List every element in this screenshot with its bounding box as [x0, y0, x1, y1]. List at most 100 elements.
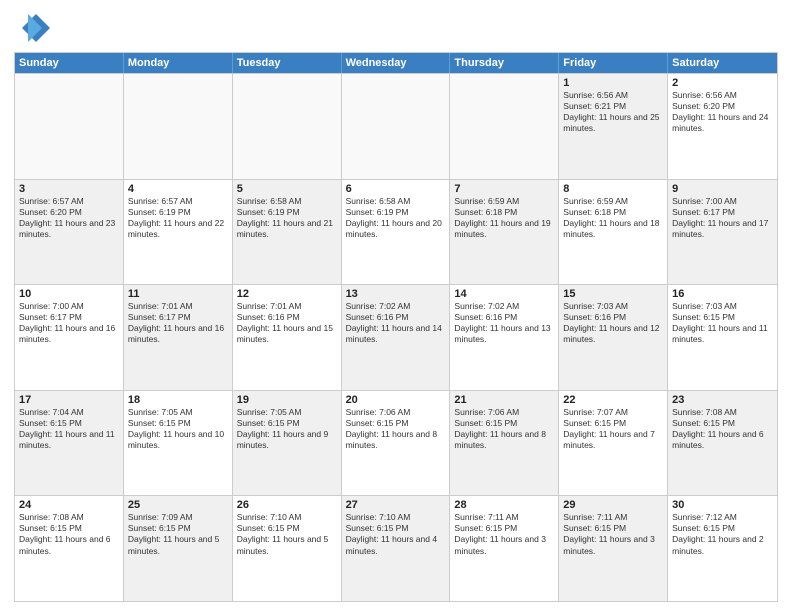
cell-info: Sunrise: 7:02 AM Sunset: 6:16 PM Dayligh…	[454, 301, 554, 345]
cal-cell-1: 1Sunrise: 6:56 AM Sunset: 6:21 PM Daylig…	[559, 74, 668, 179]
cal-cell-11: 11Sunrise: 7:01 AM Sunset: 6:17 PM Dayli…	[124, 285, 233, 390]
calendar-body: 1Sunrise: 6:56 AM Sunset: 6:21 PM Daylig…	[15, 73, 777, 601]
day-number: 9	[672, 183, 773, 195]
cal-cell-22: 22Sunrise: 7:07 AM Sunset: 6:15 PM Dayli…	[559, 391, 668, 496]
cell-info: Sunrise: 6:57 AM Sunset: 6:19 PM Dayligh…	[128, 196, 228, 240]
cell-info: Sunrise: 7:03 AM Sunset: 6:16 PM Dayligh…	[563, 301, 663, 345]
calendar-row-1: 3Sunrise: 6:57 AM Sunset: 6:20 PM Daylig…	[15, 179, 777, 285]
cell-info: Sunrise: 7:00 AM Sunset: 6:17 PM Dayligh…	[19, 301, 119, 345]
cell-info: Sunrise: 6:59 AM Sunset: 6:18 PM Dayligh…	[454, 196, 554, 240]
cal-cell-30: 30Sunrise: 7:12 AM Sunset: 6:15 PM Dayli…	[668, 496, 777, 601]
header-day-thursday: Thursday	[450, 53, 559, 73]
cell-info: Sunrise: 6:59 AM Sunset: 6:18 PM Dayligh…	[563, 196, 663, 240]
cell-info: Sunrise: 7:00 AM Sunset: 6:17 PM Dayligh…	[672, 196, 773, 240]
cal-cell-24: 24Sunrise: 7:08 AM Sunset: 6:15 PM Dayli…	[15, 496, 124, 601]
cal-cell-16: 16Sunrise: 7:03 AM Sunset: 6:15 PM Dayli…	[668, 285, 777, 390]
cal-cell-7: 7Sunrise: 6:59 AM Sunset: 6:18 PM Daylig…	[450, 180, 559, 285]
cell-info: Sunrise: 7:08 AM Sunset: 6:15 PM Dayligh…	[672, 407, 773, 451]
day-number: 17	[19, 394, 119, 406]
cell-info: Sunrise: 7:06 AM Sunset: 6:15 PM Dayligh…	[346, 407, 446, 451]
cal-cell-28: 28Sunrise: 7:11 AM Sunset: 6:15 PM Dayli…	[450, 496, 559, 601]
cal-cell-empty-0-3	[342, 74, 451, 179]
cell-info: Sunrise: 7:06 AM Sunset: 6:15 PM Dayligh…	[454, 407, 554, 451]
header-day-saturday: Saturday	[668, 53, 777, 73]
day-number: 2	[672, 77, 773, 89]
logo-icon	[14, 10, 50, 46]
header	[14, 10, 778, 46]
day-number: 5	[237, 183, 337, 195]
cal-cell-6: 6Sunrise: 6:58 AM Sunset: 6:19 PM Daylig…	[342, 180, 451, 285]
cal-cell-14: 14Sunrise: 7:02 AM Sunset: 6:16 PM Dayli…	[450, 285, 559, 390]
cal-cell-27: 27Sunrise: 7:10 AM Sunset: 6:15 PM Dayli…	[342, 496, 451, 601]
cal-cell-empty-0-1	[124, 74, 233, 179]
day-number: 13	[346, 288, 446, 300]
day-number: 19	[237, 394, 337, 406]
day-number: 23	[672, 394, 773, 406]
cell-info: Sunrise: 7:11 AM Sunset: 6:15 PM Dayligh…	[563, 512, 663, 556]
day-number: 3	[19, 183, 119, 195]
calendar-row-0: 1Sunrise: 6:56 AM Sunset: 6:21 PM Daylig…	[15, 73, 777, 179]
cell-info: Sunrise: 6:56 AM Sunset: 6:21 PM Dayligh…	[563, 90, 663, 134]
day-number: 18	[128, 394, 228, 406]
header-day-sunday: Sunday	[15, 53, 124, 73]
cal-cell-8: 8Sunrise: 6:59 AM Sunset: 6:18 PM Daylig…	[559, 180, 668, 285]
cell-info: Sunrise: 7:11 AM Sunset: 6:15 PM Dayligh…	[454, 512, 554, 556]
day-number: 20	[346, 394, 446, 406]
day-number: 6	[346, 183, 446, 195]
day-number: 10	[19, 288, 119, 300]
cell-info: Sunrise: 6:57 AM Sunset: 6:20 PM Dayligh…	[19, 196, 119, 240]
cal-cell-13: 13Sunrise: 7:02 AM Sunset: 6:16 PM Dayli…	[342, 285, 451, 390]
cal-cell-17: 17Sunrise: 7:04 AM Sunset: 6:15 PM Dayli…	[15, 391, 124, 496]
cell-info: Sunrise: 6:58 AM Sunset: 6:19 PM Dayligh…	[237, 196, 337, 240]
cal-cell-19: 19Sunrise: 7:05 AM Sunset: 6:15 PM Dayli…	[233, 391, 342, 496]
cal-cell-29: 29Sunrise: 7:11 AM Sunset: 6:15 PM Dayli…	[559, 496, 668, 601]
day-number: 30	[672, 499, 773, 511]
cell-info: Sunrise: 7:10 AM Sunset: 6:15 PM Dayligh…	[346, 512, 446, 556]
day-number: 8	[563, 183, 663, 195]
day-number: 14	[454, 288, 554, 300]
cal-cell-2: 2Sunrise: 6:56 AM Sunset: 6:20 PM Daylig…	[668, 74, 777, 179]
day-number: 21	[454, 394, 554, 406]
cal-cell-empty-0-2	[233, 74, 342, 179]
cal-cell-9: 9Sunrise: 7:00 AM Sunset: 6:17 PM Daylig…	[668, 180, 777, 285]
cal-cell-12: 12Sunrise: 7:01 AM Sunset: 6:16 PM Dayli…	[233, 285, 342, 390]
cal-cell-4: 4Sunrise: 6:57 AM Sunset: 6:19 PM Daylig…	[124, 180, 233, 285]
page: SundayMondayTuesdayWednesdayThursdayFrid…	[0, 0, 792, 612]
day-number: 7	[454, 183, 554, 195]
cell-info: Sunrise: 7:09 AM Sunset: 6:15 PM Dayligh…	[128, 512, 228, 556]
calendar-header: SundayMondayTuesdayWednesdayThursdayFrid…	[15, 53, 777, 73]
cal-cell-26: 26Sunrise: 7:10 AM Sunset: 6:15 PM Dayli…	[233, 496, 342, 601]
cell-info: Sunrise: 7:05 AM Sunset: 6:15 PM Dayligh…	[237, 407, 337, 451]
calendar: SundayMondayTuesdayWednesdayThursdayFrid…	[14, 52, 778, 602]
day-number: 26	[237, 499, 337, 511]
day-number: 1	[563, 77, 663, 89]
cal-cell-18: 18Sunrise: 7:05 AM Sunset: 6:15 PM Dayli…	[124, 391, 233, 496]
cell-info: Sunrise: 7:05 AM Sunset: 6:15 PM Dayligh…	[128, 407, 228, 451]
header-day-wednesday: Wednesday	[342, 53, 451, 73]
cal-cell-10: 10Sunrise: 7:00 AM Sunset: 6:17 PM Dayli…	[15, 285, 124, 390]
cell-info: Sunrise: 7:04 AM Sunset: 6:15 PM Dayligh…	[19, 407, 119, 451]
cell-info: Sunrise: 7:07 AM Sunset: 6:15 PM Dayligh…	[563, 407, 663, 451]
calendar-row-3: 17Sunrise: 7:04 AM Sunset: 6:15 PM Dayli…	[15, 390, 777, 496]
day-number: 15	[563, 288, 663, 300]
header-day-monday: Monday	[124, 53, 233, 73]
cell-info: Sunrise: 7:03 AM Sunset: 6:15 PM Dayligh…	[672, 301, 773, 345]
cal-cell-empty-0-4	[450, 74, 559, 179]
cal-cell-15: 15Sunrise: 7:03 AM Sunset: 6:16 PM Dayli…	[559, 285, 668, 390]
cell-info: Sunrise: 7:01 AM Sunset: 6:16 PM Dayligh…	[237, 301, 337, 345]
header-day-tuesday: Tuesday	[233, 53, 342, 73]
calendar-row-4: 24Sunrise: 7:08 AM Sunset: 6:15 PM Dayli…	[15, 495, 777, 601]
cell-info: Sunrise: 7:02 AM Sunset: 6:16 PM Dayligh…	[346, 301, 446, 345]
day-number: 24	[19, 499, 119, 511]
day-number: 12	[237, 288, 337, 300]
cell-info: Sunrise: 6:56 AM Sunset: 6:20 PM Dayligh…	[672, 90, 773, 134]
cal-cell-empty-0-0	[15, 74, 124, 179]
cell-info: Sunrise: 7:10 AM Sunset: 6:15 PM Dayligh…	[237, 512, 337, 556]
cell-info: Sunrise: 7:08 AM Sunset: 6:15 PM Dayligh…	[19, 512, 119, 556]
cal-cell-21: 21Sunrise: 7:06 AM Sunset: 6:15 PM Dayli…	[450, 391, 559, 496]
cal-cell-20: 20Sunrise: 7:06 AM Sunset: 6:15 PM Dayli…	[342, 391, 451, 496]
day-number: 29	[563, 499, 663, 511]
cal-cell-5: 5Sunrise: 6:58 AM Sunset: 6:19 PM Daylig…	[233, 180, 342, 285]
cal-cell-25: 25Sunrise: 7:09 AM Sunset: 6:15 PM Dayli…	[124, 496, 233, 601]
day-number: 4	[128, 183, 228, 195]
